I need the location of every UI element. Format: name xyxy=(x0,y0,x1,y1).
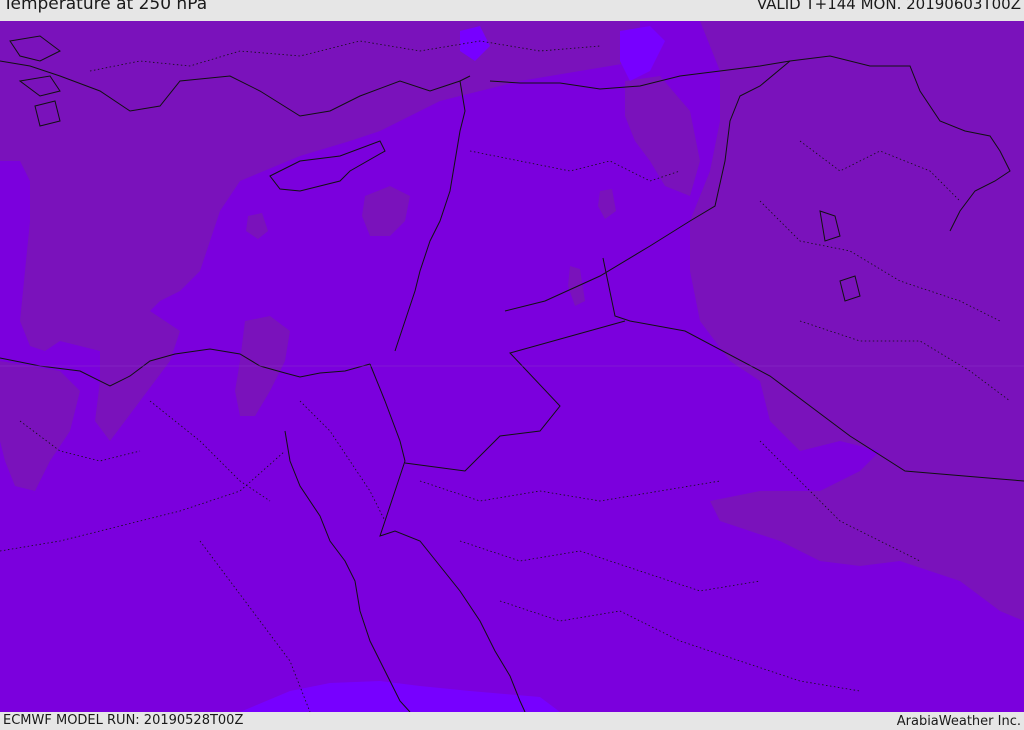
credit-label: ArabiaWeather Inc. xyxy=(896,714,1021,729)
dotted-saudi-1 xyxy=(419,480,721,502)
shade-east-region xyxy=(690,21,1024,621)
footer-bar: ECMWF MODEL RUN: 20190528T00Z ArabiaWeat… xyxy=(0,712,1024,729)
temperature-shading xyxy=(0,21,1024,621)
dotted-saudi-3 xyxy=(499,600,861,692)
map-canvas xyxy=(0,21,1024,712)
shade-small-blob xyxy=(246,213,268,239)
map-title: Temperature at 250 hPa xyxy=(3,0,208,14)
temperature-map[interactable] xyxy=(0,21,1024,712)
shade-syria-lobe xyxy=(625,76,700,196)
shade-cyprus-blob xyxy=(362,186,410,236)
cold-south-patch xyxy=(240,681,560,712)
border-egypt-israel xyxy=(369,363,406,462)
valid-time: VALID T+144 MON. 20190603T00Z xyxy=(756,0,1021,13)
border-jordan-saudi xyxy=(404,320,626,472)
dotted-sinai xyxy=(299,400,386,522)
shade-lake xyxy=(598,189,616,219)
shade-lake-2 xyxy=(568,266,585,306)
cold-north-streak xyxy=(620,26,665,81)
coast-red-sea-east xyxy=(379,460,526,712)
dotted-egypt-3 xyxy=(199,540,311,712)
header-bar: Temperature at 250 hPa VALID T+144 MON. … xyxy=(0,0,1024,21)
model-run-label: ECMWF MODEL RUN: 20190528T00Z xyxy=(3,713,244,728)
coast-red-sea-west xyxy=(284,430,411,712)
shade-west-lobe xyxy=(0,361,80,491)
dotted-saudi-2 xyxy=(459,540,761,592)
shade-libya-strip xyxy=(95,311,180,441)
